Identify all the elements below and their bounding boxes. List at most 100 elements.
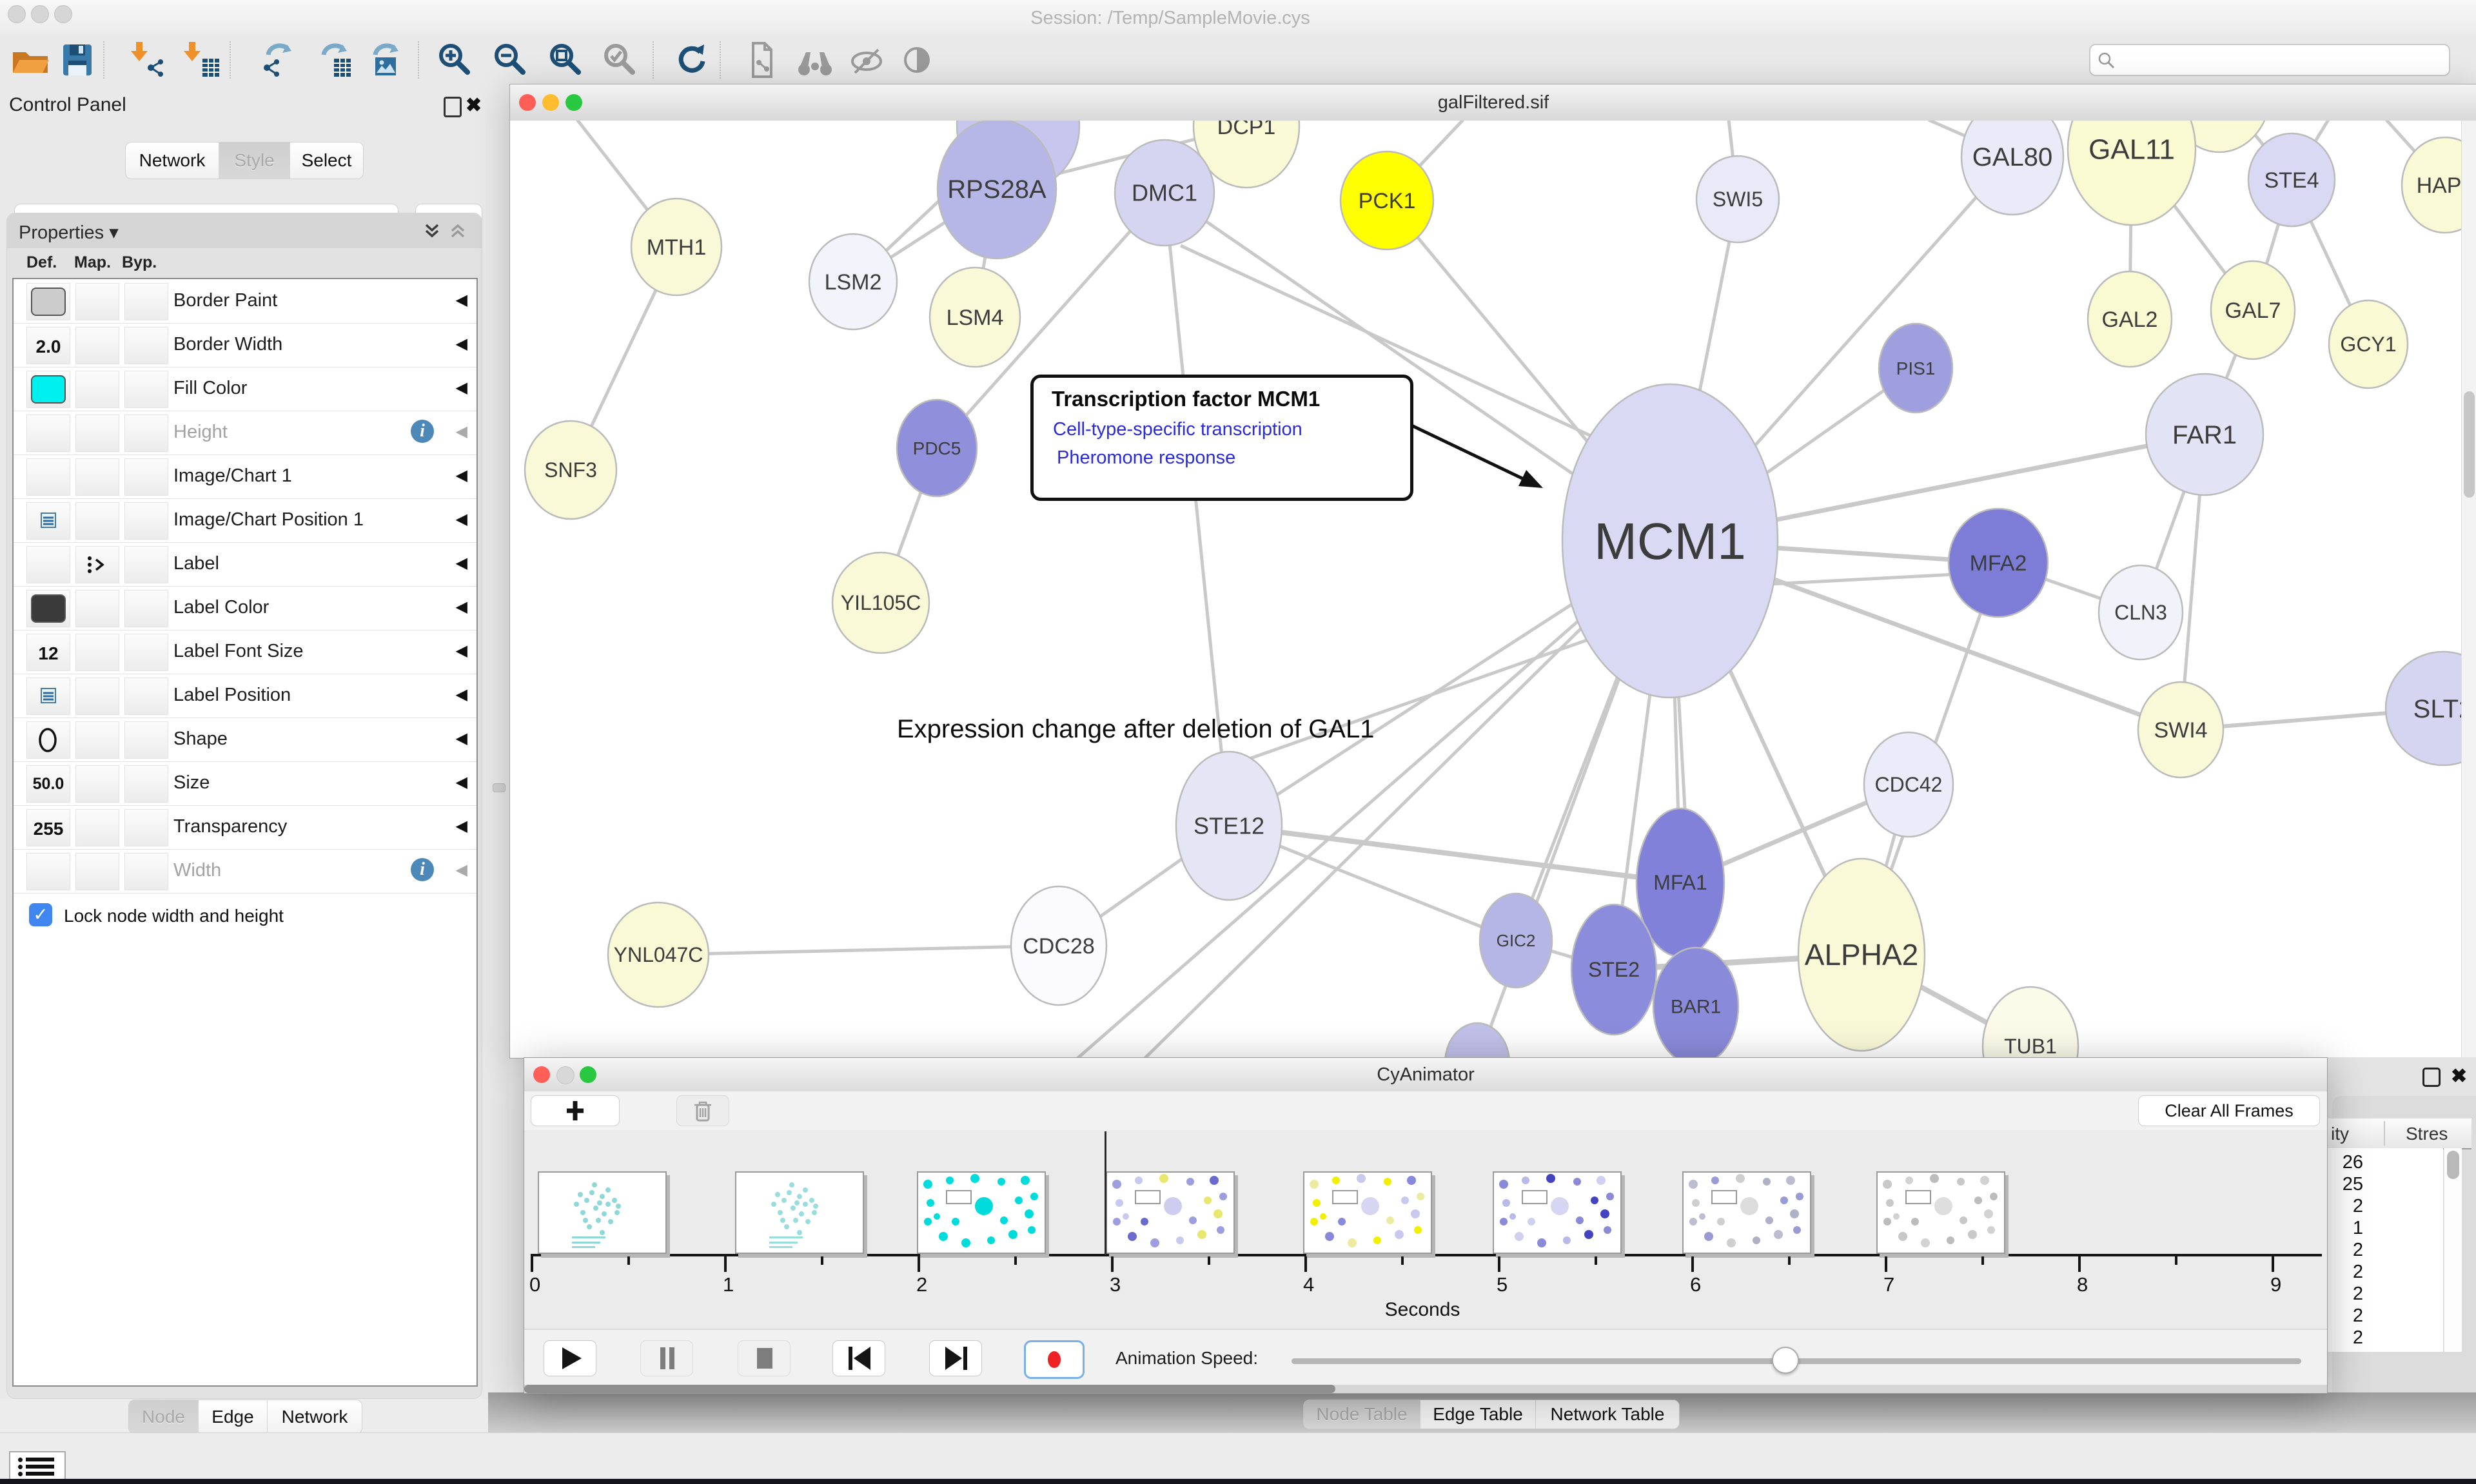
property-map-cell[interactable] bbox=[75, 502, 119, 540]
property-map-cell[interactable] bbox=[75, 371, 119, 408]
network-node-mth1[interactable]: MTH1 bbox=[631, 199, 722, 295]
property-def-cell[interactable]: 2.0 bbox=[26, 327, 70, 364]
property-def-cell[interactable] bbox=[26, 590, 70, 627]
search-network-icon[interactable] bbox=[794, 39, 836, 81]
refresh-icon[interactable] bbox=[671, 39, 712, 81]
network-window-titlebar[interactable]: galFiltered.sif bbox=[510, 84, 2476, 121]
column-header-ity[interactable]: ity bbox=[2331, 1124, 2349, 1144]
property-def-cell[interactable] bbox=[26, 371, 70, 408]
tab-node-table[interactable]: Node Table bbox=[1304, 1400, 1420, 1429]
property-def-cell[interactable] bbox=[26, 415, 70, 452]
open-session-icon[interactable] bbox=[10, 39, 52, 81]
search-input[interactable] bbox=[2089, 44, 2450, 76]
network-node-gal7[interactable]: GAL7 bbox=[2211, 261, 2295, 359]
collapse-arrow-icon[interactable]: ◀ bbox=[456, 729, 467, 748]
property-def-cell[interactable] bbox=[26, 546, 70, 583]
pause-button[interactable] bbox=[640, 1340, 693, 1376]
collapse-arrow-icon[interactable]: ◀ bbox=[456, 685, 467, 704]
network-node-gcy1[interactable]: GCY1 bbox=[2329, 300, 2408, 388]
property-byp-cell[interactable] bbox=[124, 590, 168, 627]
property-byp-cell[interactable] bbox=[124, 502, 168, 540]
network-node-pis1[interactable]: PIS1 bbox=[1879, 324, 1952, 413]
collapse-arrow-icon[interactable]: ◀ bbox=[456, 335, 467, 353]
network-vertical-scrollbar[interactable] bbox=[2461, 121, 2476, 1058]
property-byp-cell[interactable] bbox=[124, 678, 168, 715]
timeline-frame-1[interactable] bbox=[538, 1171, 667, 1254]
open-session-file-icon[interactable] bbox=[742, 39, 783, 81]
save-session-icon[interactable] bbox=[57, 39, 98, 81]
expand-all-icon[interactable] bbox=[422, 221, 442, 240]
network-annotation[interactable]: Transcription factor MCM1 Cell-type-spec… bbox=[1030, 375, 1413, 501]
prev-button[interactable] bbox=[832, 1340, 885, 1376]
collapse-arrow-icon[interactable]: ◀ bbox=[456, 378, 467, 397]
property-byp-cell[interactable] bbox=[124, 721, 168, 759]
network-node-dmc1[interactable]: DMC1 bbox=[1115, 140, 1214, 246]
property-byp-cell[interactable] bbox=[124, 458, 168, 496]
import-table-icon[interactable] bbox=[182, 39, 223, 81]
property-byp-cell[interactable] bbox=[124, 546, 168, 583]
timeline-frame-3[interactable] bbox=[917, 1171, 1046, 1254]
zoom-window-button[interactable] bbox=[54, 5, 72, 23]
network-canvas[interactable]: GAL11DCP1RPS28ADMC1PCK1SWI5GAL80STE4HAP2… bbox=[510, 121, 2461, 1058]
property-map-cell[interactable] bbox=[75, 458, 119, 496]
property-def-cell[interactable] bbox=[26, 502, 70, 540]
float-table-panel-icon[interactable] bbox=[2422, 1068, 2441, 1087]
scrollbar-thumb[interactable] bbox=[2464, 391, 2475, 498]
tab-network[interactable]: Network bbox=[268, 1400, 362, 1434]
network-node-pdc5[interactable]: PDC5 bbox=[897, 400, 977, 496]
collapse-arrow-icon[interactable]: ◀ bbox=[456, 422, 467, 441]
collapse-arrow-icon[interactable]: ◀ bbox=[456, 554, 467, 572]
add-frame-button[interactable] bbox=[531, 1095, 620, 1126]
network-node-hap2[interactable]: HAP2 bbox=[2402, 137, 2461, 233]
timeline-frame-6[interactable] bbox=[1493, 1171, 1622, 1254]
network-node-gic2[interactable]: GIC2 bbox=[1480, 893, 1552, 988]
column-header-stress[interactable]: Stres bbox=[2406, 1124, 2448, 1144]
property-map-cell[interactable] bbox=[75, 765, 119, 803]
network-node-swi5[interactable]: SWI5 bbox=[1696, 156, 1779, 242]
record-button[interactable] bbox=[1024, 1340, 1085, 1379]
cyanimator-titlebar[interactable]: CyAnimator bbox=[524, 1058, 2327, 1092]
panel-divider[interactable] bbox=[487, 84, 509, 1399]
property-byp-cell[interactable] bbox=[124, 853, 168, 890]
property-map-cell[interactable] bbox=[75, 546, 119, 583]
new-network-icon[interactable] bbox=[258, 39, 299, 81]
property-def-cell[interactable] bbox=[26, 283, 70, 320]
network-node-gal2[interactable]: GAL2 bbox=[2088, 271, 2172, 367]
network-node-ynl047c[interactable]: YNL047C bbox=[608, 903, 709, 1007]
timeline-frame-5[interactable] bbox=[1303, 1171, 1432, 1254]
tab-node[interactable]: Node bbox=[129, 1400, 199, 1434]
collapse-arrow-icon[interactable]: ◀ bbox=[456, 641, 467, 660]
task-history-button[interactable] bbox=[9, 1451, 66, 1482]
export-image-icon[interactable] bbox=[365, 39, 406, 81]
play-button[interactable] bbox=[544, 1340, 596, 1376]
network-node-rps28a[interactable]: RPS28A bbox=[938, 121, 1056, 259]
timeline-horizontal-scrollbar[interactable] bbox=[524, 1385, 2327, 1393]
network-node-yil105c[interactable]: YIL105C bbox=[832, 552, 929, 653]
new-table-icon[interactable] bbox=[313, 39, 355, 81]
property-def-cell[interactable] bbox=[26, 853, 70, 890]
clear-all-frames-button[interactable]: Clear All Frames bbox=[2138, 1095, 2320, 1126]
network-node-tub1[interactable]: TUB1 bbox=[1983, 987, 2078, 1058]
info-icon[interactable]: i bbox=[411, 420, 434, 443]
close-table-panel-icon[interactable]: ✖ bbox=[2451, 1065, 2467, 1088]
table-vertical-scrollbar[interactable] bbox=[2444, 1148, 2462, 1352]
network-node-alpha2[interactable]: ALPHA2 bbox=[1798, 859, 1925, 1051]
zoom-selected-icon[interactable] bbox=[600, 39, 641, 81]
network-node-gal80[interactable]: GAL80 bbox=[1961, 121, 2063, 215]
property-map-cell[interactable] bbox=[75, 590, 119, 627]
network-node-mcm1[interactable]: MCM1 bbox=[1562, 384, 1778, 698]
timeline-frame-4[interactable] bbox=[1106, 1171, 1235, 1254]
tab-network-table[interactable]: Network Table bbox=[1536, 1400, 1679, 1429]
property-def-cell[interactable] bbox=[26, 458, 70, 496]
network-node-snf3[interactable]: SNF3 bbox=[525, 421, 616, 519]
network-node-swi4[interactable]: SWI4 bbox=[2138, 682, 2223, 777]
network-node-lsm2[interactable]: LSM2 bbox=[809, 234, 897, 329]
network-node-cdc42[interactable]: CDC42 bbox=[1864, 732, 1953, 837]
timeline-frame-7[interactable] bbox=[1682, 1171, 1811, 1254]
collapse-arrow-icon[interactable]: ◀ bbox=[456, 861, 467, 879]
network-node-mfa2[interactable]: MFA2 bbox=[1949, 509, 2048, 617]
divider-handle-icon[interactable] bbox=[493, 783, 506, 792]
property-def-cell[interactable]: 50.0 bbox=[26, 765, 70, 803]
zoom-fit-icon[interactable] bbox=[545, 39, 587, 81]
collapse-arrow-icon[interactable]: ◀ bbox=[456, 598, 467, 616]
